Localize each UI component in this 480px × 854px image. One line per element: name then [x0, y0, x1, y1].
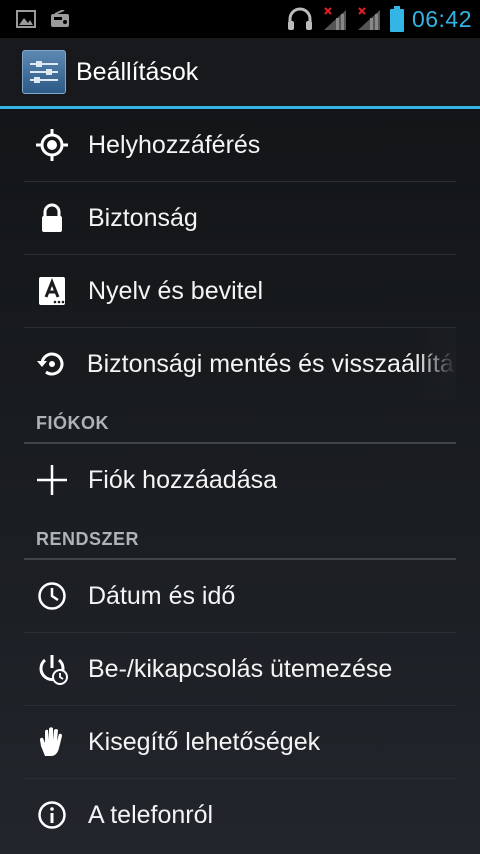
language-icon: [32, 271, 72, 311]
action-bar: Beállítások: [0, 38, 480, 109]
section-header-accounts: FIÓKOK: [24, 400, 456, 444]
backup-icon: [32, 344, 71, 384]
info-icon: [32, 795, 72, 835]
radio-notification-icon: [50, 10, 70, 28]
settings-app-icon[interactable]: [22, 50, 66, 94]
list-item-backup[interactable]: Biztonsági mentés és visszaállítás: [24, 328, 456, 400]
list-item-power-schedule[interactable]: Be-/kikapcsolás ütemezése: [24, 633, 456, 706]
battery-icon: [389, 6, 404, 32]
list-item-location[interactable]: Helyhozzáférés: [24, 109, 456, 182]
list-item-add-account[interactable]: Fiók hozzáadása: [24, 444, 456, 516]
list-item-label: A telefonról: [88, 800, 214, 829]
list-item-label: Dátum és idő: [88, 581, 236, 610]
list-item-label: Be-/kikapcsolás ütemezése: [88, 654, 393, 683]
section-header-system: RENDSZER: [24, 516, 456, 560]
hand-icon: [32, 722, 72, 762]
power-schedule-icon: [32, 649, 72, 689]
signal-no-sim-icon-2: [356, 6, 382, 32]
signal-no-sim-icon-1: [322, 6, 348, 32]
headset-icon: [286, 6, 314, 32]
list-item-date-time[interactable]: Dátum és idő: [24, 560, 456, 633]
list-item-label: Biztonság: [88, 203, 198, 232]
status-bar: 06:42: [0, 0, 480, 38]
list-item-label: Helyhozzáférés: [88, 130, 261, 159]
list-item-language[interactable]: Nyelv és bevitel: [24, 255, 456, 328]
list-item-about-phone[interactable]: A telefonról: [24, 779, 456, 851]
clock-icon: [32, 576, 72, 616]
location-icon: [32, 125, 72, 165]
list-item-label: Biztonsági mentés és visszaállítás: [86, 349, 456, 378]
section-title: RENDSZER: [36, 529, 140, 549]
settings-list: Helyhozzáférés Biztonság Nyelv és bevite…: [0, 109, 480, 851]
list-item-label: Kisegítő lehetőségek: [88, 727, 321, 756]
plus-icon: [32, 460, 72, 500]
list-item-label: Nyelv és bevitel: [88, 276, 264, 305]
clock-time: 06:42: [411, 5, 472, 32]
list-item-accessibility[interactable]: Kisegítő lehetőségek: [24, 706, 456, 779]
page-title: Beállítások: [76, 57, 199, 86]
gallery-notification-icon: [16, 10, 36, 28]
section-title: FIÓKOK: [36, 413, 109, 433]
list-item-security[interactable]: Biztonság: [24, 182, 456, 255]
list-item-label: Fiók hozzáadása: [88, 465, 278, 494]
lock-icon: [32, 198, 72, 238]
